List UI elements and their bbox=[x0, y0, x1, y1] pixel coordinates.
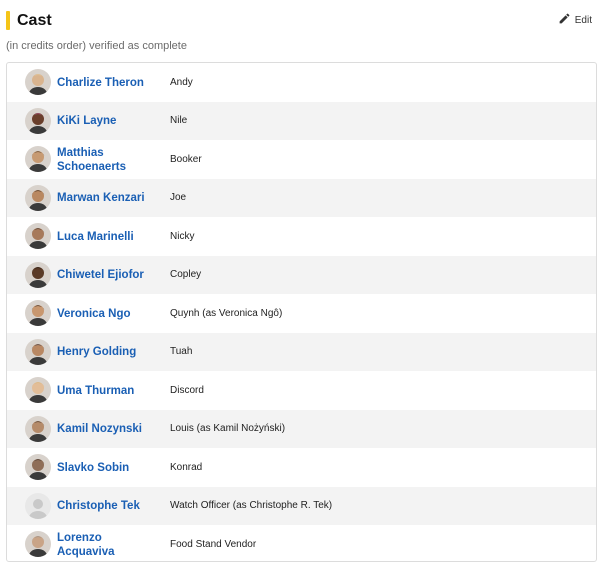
character-name[interactable]: Watch Officer (as Christophe R. Tek) bbox=[170, 500, 332, 512]
cast-row: Charlize Theron Andy bbox=[7, 63, 596, 102]
cast-row: Chiwetel Ejiofor Copley bbox=[7, 255, 596, 294]
actor-avatar[interactable] bbox=[25, 454, 51, 481]
actor-avatar[interactable] bbox=[25, 146, 51, 173]
edit-label: Edit bbox=[574, 14, 592, 26]
character-name[interactable]: Nile bbox=[170, 115, 187, 127]
actor-avatar[interactable] bbox=[25, 107, 51, 134]
actor-name-link[interactable]: Marwan Kenzari bbox=[57, 191, 157, 205]
actor-name-link[interactable]: Luca Marinelli bbox=[57, 230, 157, 244]
actor-avatar[interactable] bbox=[25, 415, 51, 442]
cast-row: Lorenzo Acquaviva Food Stand Vendor bbox=[7, 525, 596, 561]
cast-row: Luca Marinelli Nicky bbox=[7, 217, 596, 256]
cast-list: Charlize Theron Andy KiKi Layne Nile Matthia… bbox=[6, 62, 597, 562]
cast-row: Slavko Sobin Konrad bbox=[7, 448, 596, 487]
actor-name-link[interactable]: Lorenzo Acquaviva bbox=[57, 531, 157, 559]
actor-name-link[interactable]: Matthias Schoenaerts bbox=[57, 146, 157, 174]
cast-row: Christophe Tek Watch Officer (as Christop… bbox=[7, 486, 596, 525]
actor-name-link[interactable]: Charlize Theron bbox=[57, 76, 157, 90]
actor-avatar[interactable] bbox=[25, 338, 51, 365]
actor-name-link[interactable]: KiKi Layne bbox=[57, 114, 157, 128]
cast-row: Matthias Schoenaerts Booker bbox=[7, 140, 596, 179]
actor-name-link[interactable]: Chiwetel Ejiofor bbox=[57, 268, 157, 282]
actor-name-link[interactable]: Christophe Tek bbox=[57, 499, 157, 513]
character-name[interactable]: Konrad bbox=[170, 462, 202, 474]
cast-row: Kamil Nozynski Louis (as Kamil Nożyński) bbox=[7, 409, 596, 448]
cast-row: Veronica Ngo Quynh (as Veronica Ngô) bbox=[7, 294, 596, 333]
actor-avatar[interactable] bbox=[25, 300, 51, 327]
cast-section-header: Cast Edit bbox=[6, 10, 596, 32]
character-name[interactable]: Joe bbox=[170, 192, 186, 204]
character-name[interactable]: Copley bbox=[170, 269, 201, 281]
actor-name-link[interactable]: Uma Thurman bbox=[57, 384, 157, 398]
actor-name-link[interactable]: Slavko Sobin bbox=[57, 461, 157, 475]
section-title: Cast bbox=[17, 12, 52, 29]
actor-avatar[interactable] bbox=[25, 261, 51, 288]
actor-name-link[interactable]: Kamil Nozynski bbox=[57, 422, 157, 436]
cast-row: Uma Thurman Discord bbox=[7, 371, 596, 410]
edit-button[interactable]: Edit bbox=[558, 12, 592, 28]
cast-row: Marwan Kenzari Joe bbox=[7, 178, 596, 217]
avatar-placeholder-icon[interactable] bbox=[25, 492, 51, 519]
section-accent-bar bbox=[6, 11, 10, 30]
character-name[interactable]: Louis (as Kamil Nożyński) bbox=[170, 423, 285, 435]
section-subtitle: (in credits order) verified as complete bbox=[6, 40, 187, 52]
actor-name-link[interactable]: Henry Golding bbox=[57, 345, 157, 359]
character-name[interactable]: Andy bbox=[170, 77, 193, 89]
character-name[interactable]: Food Stand Vendor bbox=[170, 539, 256, 551]
actor-name-link[interactable]: Veronica Ngo bbox=[57, 307, 157, 321]
cast-row: Henry Golding Tuah bbox=[7, 332, 596, 371]
actor-avatar[interactable] bbox=[25, 69, 51, 96]
cast-row: KiKi Layne Nile bbox=[7, 101, 596, 140]
character-name[interactable]: Booker bbox=[170, 154, 202, 166]
character-name[interactable]: Quynh (as Veronica Ngô) bbox=[170, 308, 282, 320]
actor-avatar[interactable] bbox=[25, 184, 51, 211]
character-name[interactable]: Tuah bbox=[170, 346, 192, 358]
pencil-icon bbox=[558, 12, 571, 28]
character-name[interactable]: Discord bbox=[170, 385, 204, 397]
character-name[interactable]: Nicky bbox=[170, 231, 194, 243]
actor-avatar[interactable] bbox=[25, 377, 51, 404]
actor-avatar[interactable] bbox=[25, 531, 51, 558]
actor-avatar[interactable] bbox=[25, 223, 51, 250]
